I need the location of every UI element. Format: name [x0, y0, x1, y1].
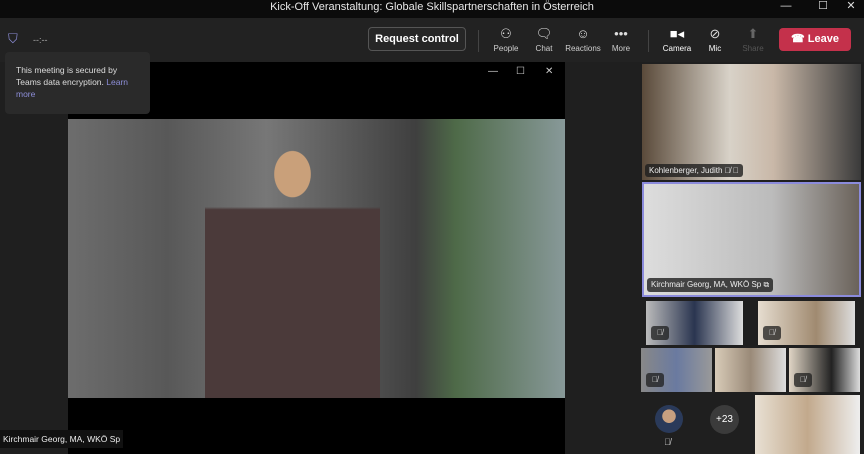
speaker-video — [205, 125, 380, 398]
share-icon: ⬆ — [747, 26, 759, 41]
mic-off-icon: 🎙̸ — [651, 326, 669, 340]
chat-button[interactable]: 🗨 Chat — [524, 26, 564, 53]
chat-icon: 🗨 — [535, 26, 553, 41]
mic-off-icon: 🎙̸ — [794, 373, 812, 387]
people-icon: ⚇ — [500, 26, 512, 41]
participant-name: Kirchmair Georg, MA, WKÖ Sp ⧉ — [647, 278, 774, 292]
more-label: More — [611, 44, 631, 53]
mic-off-icon: 🎙̸ — [763, 326, 781, 340]
reactions-label: Reactions — [565, 44, 601, 53]
participant-name: Kohlenberger, Judith 🎙̸ ⧉ — [645, 164, 743, 177]
shield-icon[interactable]: ⛉ — [8, 31, 18, 47]
camera-button[interactable]: ■◂ Camera — [657, 26, 697, 53]
participant-tile[interactable]: Kohlenberger, Judith 🎙̸ ⧉ — [642, 64, 861, 180]
divider — [478, 30, 479, 52]
participant-tile[interactable]: 🎙̸ — [789, 348, 860, 392]
stage-close-button[interactable]: ✕ — [545, 66, 553, 77]
minimize-button[interactable]: — — [774, 0, 798, 14]
window-title: Kick-Off Veranstaltung: Globale Skillspa… — [270, 1, 594, 13]
tooltip-text: This meeting is secured by Teams data en… — [16, 65, 118, 87]
camera-label: Camera — [662, 44, 692, 53]
mic-off-icon: 🎙̸ — [646, 373, 664, 387]
more-icon: ••• — [614, 26, 628, 41]
maximize-button[interactable]: ☐ — [811, 0, 835, 14]
mic-label: Mic — [708, 44, 722, 53]
meeting-timer: --:-- — [33, 35, 48, 45]
participant-tile-active[interactable]: Kirchmair Georg, MA, WKÖ Sp ⧉ — [642, 182, 861, 297]
participant-tile[interactable]: 🎙̸ — [641, 348, 712, 392]
encryption-tooltip: This meeting is secured by Teams data en… — [5, 52, 150, 114]
participant-tile[interactable] — [715, 348, 786, 392]
mic-off-icon: 🎙̸ — [664, 437, 671, 447]
participant-tile[interactable]: 🎙̸ — [646, 301, 743, 345]
participant-avatar[interactable] — [655, 405, 683, 433]
stage-minimize-button[interactable]: — — [488, 66, 498, 77]
leave-button[interactable]: ☎ Leave — [779, 28, 851, 51]
camera-icon: ■◂ — [669, 26, 685, 41]
reactions-button[interactable]: ☺ Reactions — [563, 26, 603, 53]
mic-button[interactable]: ⊘ Mic — [695, 26, 735, 53]
people-button[interactable]: ⚇ People — [486, 26, 526, 53]
people-label: People — [493, 44, 519, 53]
leave-label: Leave — [807, 33, 839, 45]
request-control-button[interactable]: Request control — [368, 27, 466, 51]
stage-maximize-button[interactable]: ☐ — [516, 66, 525, 77]
share-button[interactable]: ⬆ Share — [733, 26, 773, 53]
presenter-name: Kirchmair Georg, MA, WKÖ Sp — [0, 430, 124, 448]
participant-tile[interactable] — [755, 395, 860, 454]
more-button[interactable]: ••• More — [601, 26, 641, 53]
reactions-icon: ☺ — [576, 26, 590, 41]
close-button[interactable]: ✕ — [839, 0, 863, 14]
hangup-icon: ☎ — [791, 33, 808, 45]
chat-label: Chat — [535, 44, 553, 53]
more-participants-button[interactable]: +23 — [710, 405, 739, 434]
share-label: Share — [742, 44, 764, 53]
participant-tile[interactable]: 🎙̸ — [758, 301, 855, 345]
mic-off-icon: ⊘ — [709, 26, 721, 41]
divider — [648, 30, 649, 52]
